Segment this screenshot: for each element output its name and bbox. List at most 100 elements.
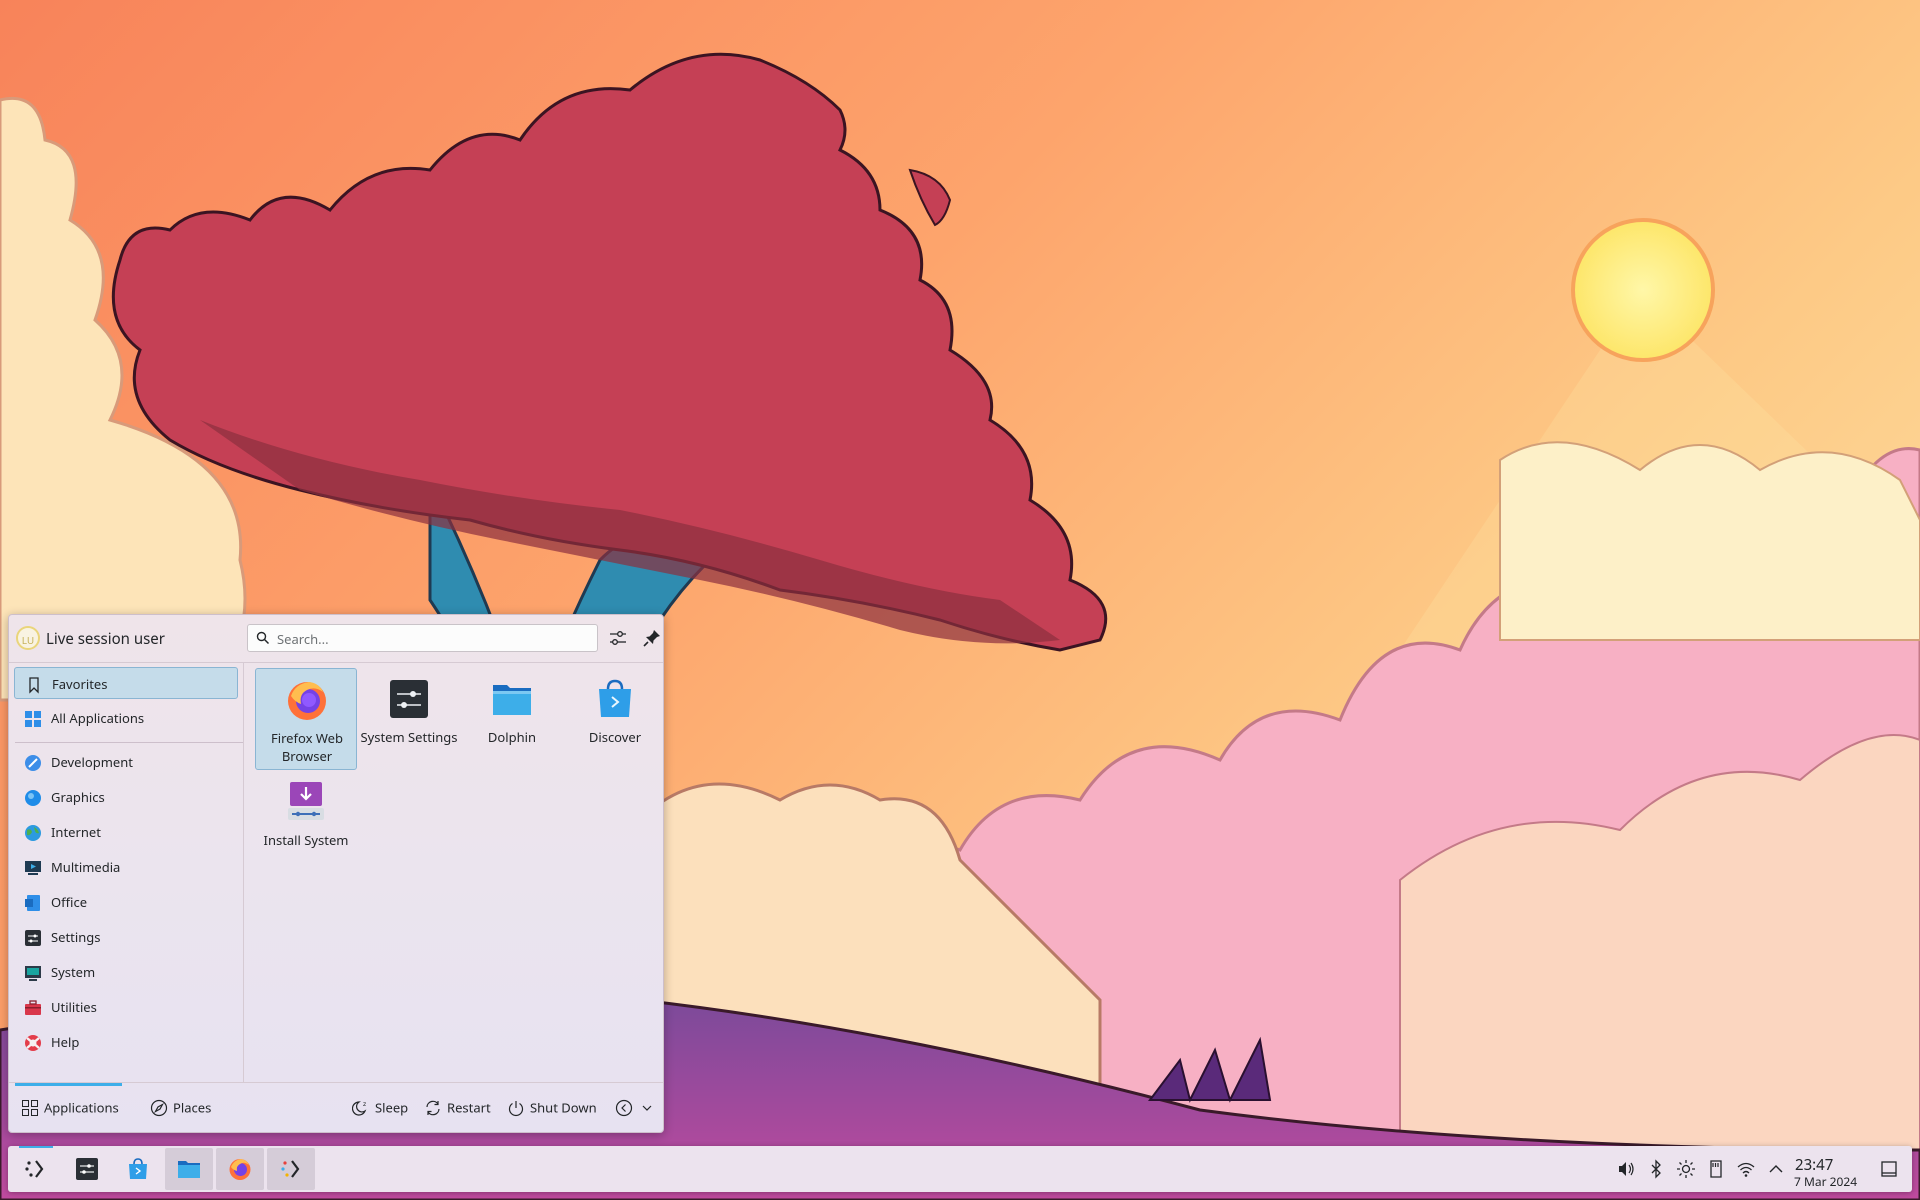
help-icon: [25, 1035, 41, 1051]
restart-label: Restart: [447, 1098, 491, 1117]
app-firefox[interactable]: Firefox Web Browser: [255, 668, 357, 770]
search-box[interactable]: [247, 624, 598, 652]
tab-label: Places: [173, 1098, 212, 1117]
avatar[interactable]: LU: [16, 626, 40, 650]
app-install-system[interactable]: Install System: [255, 771, 357, 873]
system-settings-icon: [76, 1158, 98, 1180]
office-icon: [25, 895, 40, 911]
taskbar: 23:47 7 Mar 2024: [8, 1146, 1912, 1192]
volume-icon[interactable]: [1616, 1159, 1636, 1179]
sidebar-item-development[interactable]: Development: [14, 746, 238, 778]
app-label: Firefox Web Browser: [270, 729, 344, 765]
search-icon: [256, 631, 270, 645]
development-icon: [25, 755, 41, 771]
launcher-footer: Applications Places z Sleep Restart Shut…: [9, 1082, 663, 1132]
system-settings-icon: [390, 680, 428, 718]
globe-icon: [25, 825, 41, 841]
sidebar-item-system[interactable]: System: [14, 956, 238, 988]
install-icon: [288, 782, 324, 820]
sidebar-item-label: Utilities: [51, 998, 97, 1016]
power-icon: [508, 1100, 524, 1116]
sleep-button[interactable]: z Sleep: [352, 1097, 408, 1119]
restart-button[interactable]: Restart: [424, 1097, 491, 1119]
sidebar-item-graphics[interactable]: Graphics: [14, 781, 238, 813]
expand-tray-icon[interactable]: [1766, 1159, 1786, 1179]
category-sidebar: Favorites All Applications Development G…: [9, 663, 244, 1082]
svg-text:z: z: [363, 1101, 366, 1108]
settings-icon: [25, 930, 41, 946]
sidebar-item-help[interactable]: Help: [14, 1026, 238, 1058]
sidebar-item-label: Help: [51, 1033, 80, 1051]
clock-date[interactable]: 7 Mar 2024: [1794, 1173, 1857, 1190]
app-label: System Settings: [360, 728, 458, 746]
configure-icon[interactable]: [606, 626, 630, 650]
show-desktop-icon[interactable]: [1879, 1159, 1899, 1179]
task-firefox[interactable]: [216, 1148, 264, 1190]
clock-time[interactable]: 23:47: [1795, 1155, 1833, 1175]
kde-launcher-icon: [25, 1160, 44, 1178]
firefox-icon: [288, 682, 326, 720]
pin-icon[interactable]: [640, 626, 664, 650]
tab-label: Applications: [44, 1098, 119, 1117]
restart-icon: [426, 1100, 440, 1115]
sidebar-item-label: Graphics: [51, 788, 105, 806]
sleep-icon: z: [352, 1101, 367, 1116]
system-icon: [25, 966, 41, 981]
sidebar-item-all-applications[interactable]: All Applications: [14, 702, 238, 734]
brightness-icon[interactable]: [1676, 1159, 1696, 1179]
task-install-system[interactable]: [267, 1148, 315, 1190]
sidebar-item-label: System: [51, 963, 96, 981]
app-system-settings[interactable]: System Settings: [358, 668, 460, 770]
favorites-grid: Firefox Web Browser System Settings Dolp…: [245, 663, 663, 1082]
firefox-icon: [229, 1159, 251, 1180]
install-system-icon: [281, 1160, 300, 1178]
compass-icon: [150, 1099, 168, 1116]
tab-places[interactable]: Places: [150, 1097, 211, 1119]
app-label: Install System: [263, 831, 349, 849]
task-launcher[interactable]: [11, 1148, 59, 1190]
dolphin-icon: [178, 1161, 200, 1178]
search-input[interactable]: [275, 628, 589, 650]
active-task-indicator: [19, 1146, 53, 1148]
tab-applications[interactable]: Applications: [21, 1097, 119, 1119]
bookmark-icon: [29, 677, 39, 694]
discover-icon: [599, 679, 631, 717]
application-launcher: LU Live session user Favorites: [8, 614, 664, 1133]
sleep-label: Sleep: [375, 1098, 409, 1117]
sidebar-item-label: Internet: [51, 823, 101, 841]
bluetooth-icon[interactable]: [1646, 1159, 1666, 1179]
sidebar-item-label: All Applications: [51, 709, 145, 727]
task-dolphin[interactable]: [165, 1148, 213, 1190]
chevron-down-icon[interactable]: [641, 1103, 653, 1113]
shutdown-label: Shut Down: [530, 1098, 597, 1117]
sidebar-item-office[interactable]: Office: [14, 886, 238, 918]
shutdown-button[interactable]: Shut Down: [507, 1097, 597, 1119]
sidebar-item-internet[interactable]: Internet: [14, 816, 238, 848]
sidebar-item-multimedia[interactable]: Multimedia: [14, 851, 238, 883]
sidebar-item-label: Development: [51, 753, 133, 771]
app-discover[interactable]: Discover: [564, 668, 663, 770]
active-tab-indicator: [15, 1083, 122, 1086]
sidebar-item-favorites[interactable]: Favorites: [14, 667, 238, 699]
grid-icon: [22, 1099, 38, 1116]
wifi-icon[interactable]: [1736, 1159, 1756, 1179]
sidebar-item-label: Favorites: [52, 675, 108, 693]
leave-icon[interactable]: [615, 1099, 633, 1117]
grid-icon: [25, 711, 41, 727]
sidebar-item-utilities[interactable]: Utilities: [14, 991, 238, 1023]
app-label: Discover: [588, 728, 642, 746]
graphics-icon: [25, 790, 41, 806]
app-dolphin[interactable]: Dolphin: [461, 668, 563, 770]
app-label: Dolphin: [487, 728, 537, 746]
user-name: Live session user: [46, 629, 165, 649]
sidebar-item-label: Multimedia: [51, 858, 121, 876]
task-system-settings[interactable]: [63, 1148, 111, 1190]
storage-icon[interactable]: [1706, 1159, 1726, 1179]
sidebar-item-settings[interactable]: Settings: [14, 921, 238, 953]
launcher-header: LU Live session user: [9, 615, 663, 663]
sidebar-item-label: Office: [51, 893, 88, 911]
task-discover[interactable]: [114, 1148, 162, 1190]
multimedia-icon: [25, 861, 41, 875]
toolbox-icon: [25, 1000, 41, 1015]
sidebar-divider: [15, 742, 243, 743]
